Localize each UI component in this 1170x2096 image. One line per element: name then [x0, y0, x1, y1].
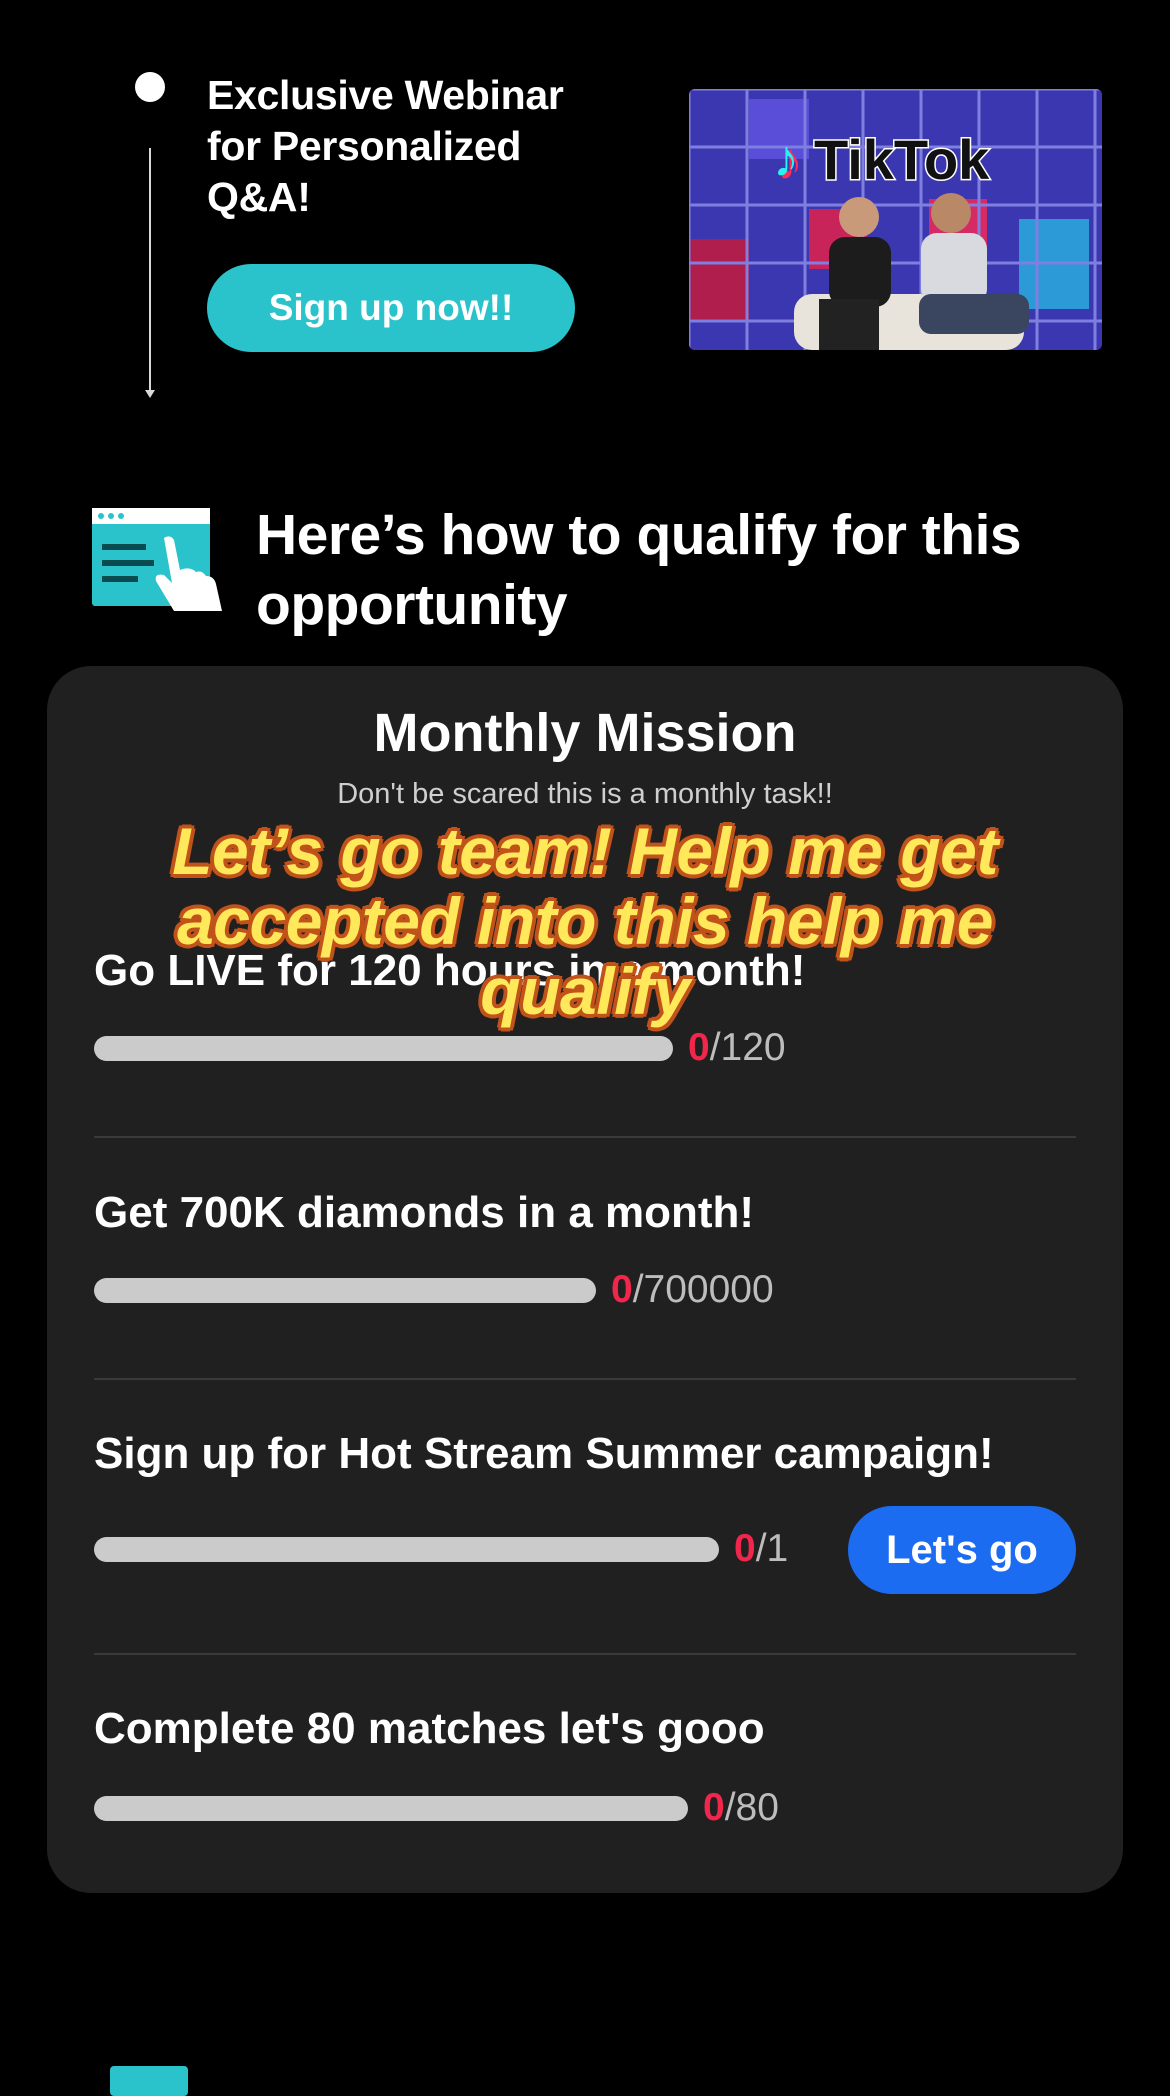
overlay-caption: Let’s go team! Help me get accepted into…: [172, 814, 998, 1028]
task-title-matches: Complete 80 matches let's gooo: [94, 1704, 765, 1753]
progress-total: /1: [755, 1527, 789, 1570]
progress-current: 0: [703, 1786, 725, 1829]
progress-count: 0/80: [703, 1786, 779, 1830]
progress-count: 0/700000: [611, 1268, 774, 1312]
progress-total: /80: [724, 1786, 779, 1829]
progress-total: /120: [709, 1026, 786, 1069]
divider: [94, 1653, 1076, 1655]
webinar-photo-illustration: ♪ ♪ TikTok: [689, 89, 1102, 350]
qualify-title: Here’s how to qualify for this opportuni…: [256, 503, 1022, 637]
svg-text:TikTok: TikTok: [814, 128, 990, 191]
card-title: Monthly Mission: [373, 703, 797, 763]
progress-count: 0/1: [734, 1527, 788, 1571]
task-title-diamonds: Get 700K diamonds in a month!: [94, 1188, 755, 1237]
browser-click-icon: [92, 508, 232, 611]
divider: [94, 1136, 1076, 1138]
card-subtitle: Don't be scared this is a monthly task!!: [337, 778, 833, 810]
progress-bar-live-hours: [94, 1036, 673, 1061]
task-title-hot-stream: Sign up for Hot Stream Summer campaign!: [94, 1429, 994, 1478]
timeline-arrow: [145, 390, 155, 398]
signup-button[interactable]: Sign up now!!: [207, 264, 575, 352]
progress-current: 0: [688, 1026, 710, 1069]
svg-text:♪: ♪: [773, 130, 799, 188]
progress-bar-hot-stream: [94, 1537, 719, 1562]
webinar-title: Exclusive Webinar for Personalized Q&A!: [207, 72, 564, 220]
progress-total: /700000: [632, 1268, 774, 1311]
progress-current: 0: [734, 1527, 756, 1570]
timeline-dot: [135, 72, 165, 102]
webinar-photo: ♪ ♪ TikTok: [689, 89, 1102, 350]
lets-go-button[interactable]: Let's go: [848, 1506, 1076, 1594]
timeline-line: [149, 148, 151, 396]
divider: [94, 1378, 1076, 1380]
next-section-icon: [110, 2066, 188, 2096]
progress-current: 0: [611, 1268, 633, 1311]
progress-bar-matches: [94, 1796, 688, 1821]
progress-bar-diamonds: [94, 1278, 596, 1303]
progress-count: 0/120: [688, 1026, 786, 1070]
